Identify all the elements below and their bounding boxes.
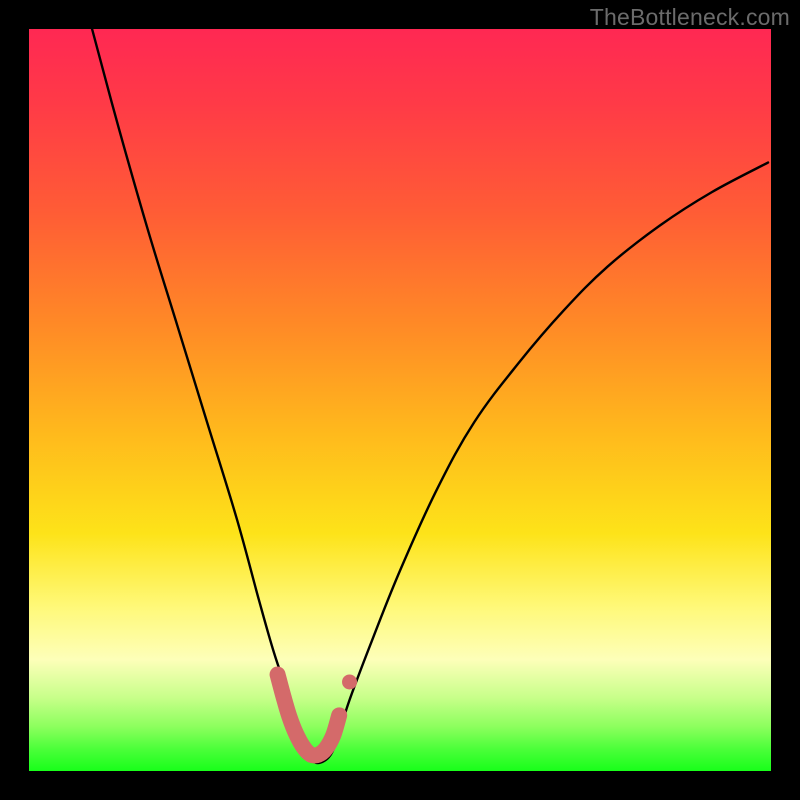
highlight-band: [278, 675, 340, 756]
bottleneck-curve: [92, 29, 768, 763]
curve-layer: [29, 29, 771, 771]
chart-stage: TheBottleneck.com: [0, 0, 800, 800]
highlight-dot: [342, 674, 357, 689]
watermark-text: TheBottleneck.com: [590, 4, 790, 31]
plot-area: [29, 29, 771, 771]
